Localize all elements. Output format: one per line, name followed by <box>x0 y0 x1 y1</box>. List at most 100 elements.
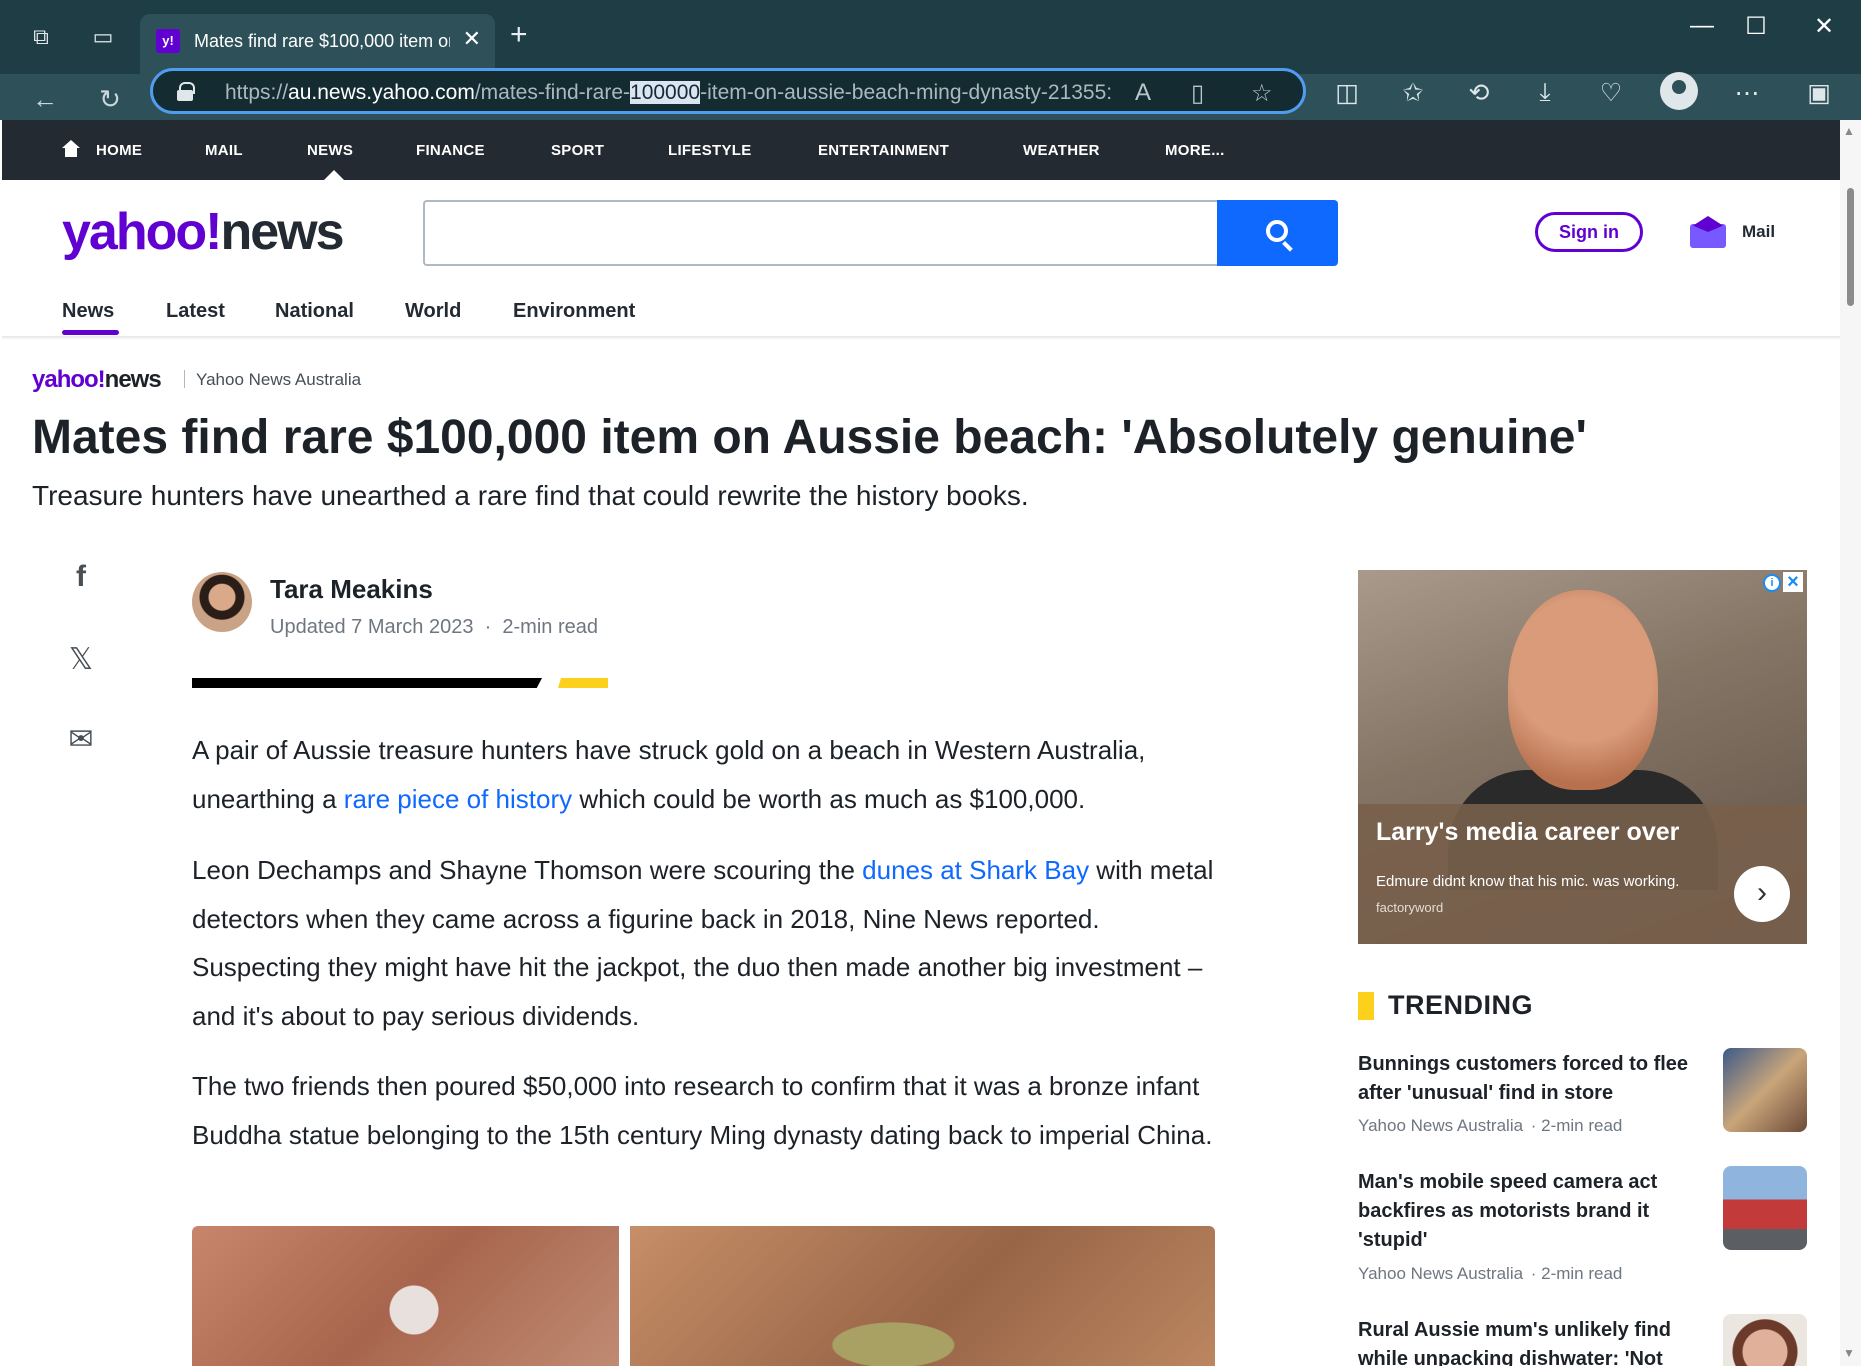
scrollbar-thumb[interactable] <box>1847 188 1854 306</box>
topnav-sport[interactable]: SPORT <box>551 142 604 159</box>
author-avatar[interactable] <box>192 572 252 632</box>
top-navigation: HOME MAIL NEWS FINANCE SPORT LIFESTYLE E… <box>2 120 1840 180</box>
url-selection: 100000 <box>630 81 701 104</box>
workspaces-icon[interactable]: ⧉ <box>26 22 56 52</box>
topnav-entertainment[interactable]: ENTERTAINMENT <box>818 142 949 159</box>
page-scrollbar[interactable]: ▲ ▼ <box>1840 120 1861 1366</box>
split-screen-icon[interactable]: ◫ <box>1330 78 1364 108</box>
buddha-statue-photo[interactable] <box>630 1226 1215 1366</box>
address-bar[interactable]: https://au.news.yahoo.com/mates-find-rar… <box>150 68 1306 114</box>
topnav-more[interactable]: MORE... <box>1165 142 1225 159</box>
brand-news: news <box>104 366 162 393</box>
history-icon[interactable]: ⟲ <box>1462 78 1496 108</box>
advertisement[interactable]: Larry's media career over Edmure didnt k… <box>1358 570 1807 944</box>
subnav-national[interactable]: National <box>275 300 354 323</box>
url-prefix: https:// <box>225 81 289 104</box>
subnav-environment[interactable]: Environment <box>513 300 635 323</box>
subnav-latest[interactable]: Latest <box>166 300 225 323</box>
beach-find-photo[interactable] <box>192 1226 619 1366</box>
mail-link[interactable]: Mail <box>1742 222 1775 242</box>
sign-in-button[interactable]: Sign in <box>1535 212 1643 252</box>
trending-item-source: Yahoo News Australia <box>1358 1116 1524 1135</box>
article-subheadline: Treasure hunters have unearthed a rare f… <box>32 480 1029 511</box>
lock-icon[interactable] <box>177 82 195 101</box>
favorites-icon[interactable]: ✩ <box>1396 78 1430 108</box>
trending-item-thumbnail[interactable] <box>1723 1166 1807 1250</box>
read-aloud-icon[interactable]: A <box>1135 79 1151 107</box>
yahoo-favicon-icon: y! <box>156 29 180 53</box>
ad-title[interactable]: Larry's media career over <box>1376 818 1679 847</box>
scroll-up-icon[interactable]: ▲ <box>1843 124 1855 138</box>
trending-item-thumbnail[interactable] <box>1723 1314 1807 1366</box>
author-name[interactable]: Tara Meakins <box>270 574 433 605</box>
ad-image <box>1508 590 1658 790</box>
scroll-down-icon[interactable]: ▼ <box>1843 1346 1855 1360</box>
article-source: Yahoo News Australia <box>196 370 362 389</box>
trending-item-read: 2-min read <box>1541 1116 1623 1135</box>
downloads-icon[interactable]: ⤓ <box>1528 78 1562 107</box>
performance-icon[interactable]: ♡ <box>1594 78 1628 108</box>
refresh-icon[interactable]: ↻ <box>93 82 127 116</box>
trending-item-meta: Yahoo News Australia · 2-min read <box>1358 1264 1623 1283</box>
browser-tab[interactable]: y! Mates find rare $100,000 item on Auss… <box>140 14 495 74</box>
search-input[interactable] <box>423 200 1219 266</box>
trending-item-source: Yahoo News Australia <box>1358 1264 1524 1283</box>
subnav-world[interactable]: World <box>405 300 461 323</box>
ad-close-icon[interactable]: × <box>1783 572 1803 592</box>
brand-yahoo: yahoo! <box>32 366 106 393</box>
article-paragraph: The two friends then poured $50,000 into… <box>192 1071 1213 1150</box>
more-icon[interactable]: ⋯ <box>1730 78 1764 108</box>
topnav-news[interactable]: NEWS <box>307 142 353 159</box>
profile-icon[interactable] <box>1660 72 1698 110</box>
trending-item-title[interactable]: Man's mobile speed camera act backfires … <box>1358 1168 1694 1255</box>
mail-icon[interactable] <box>1690 216 1726 248</box>
back-icon[interactable]: ← <box>28 82 62 116</box>
topnav-home[interactable]: HOME <box>96 142 142 159</box>
trending-accent <box>1358 992 1374 1020</box>
article-paragraph: A pair of Aussie treasure hunters have s… <box>192 726 1232 823</box>
email-icon[interactable]: ✉ <box>66 722 96 757</box>
trending-heading: TRENDING <box>1388 990 1533 1020</box>
dunes-at-shark-bay-link[interactable]: dunes at Shark Bay <box>862 855 1089 885</box>
subnav-news[interactable]: News <box>62 300 114 323</box>
url-domain: au.news.yahoo.com <box>288 81 475 104</box>
article-headline: Mates find rare $100,000 item on Aussie … <box>32 411 1587 464</box>
minimize-icon[interactable]: — <box>1682 12 1722 40</box>
topnav-finance[interactable]: FINANCE <box>416 142 485 159</box>
sidebar-icon[interactable]: ▣ <box>1802 78 1836 108</box>
x-icon[interactable]: 𝕏 <box>66 642 96 677</box>
paragraph-text: Leon Dechamps and Shayne Thomson were sc… <box>192 855 863 885</box>
byline-divider <box>192 678 542 688</box>
browser-titlebar: ⧉ ▭ y! Mates find rare $100,000 item on … <box>0 0 1861 74</box>
trending-item-title[interactable]: Rural Aussie mum's unlikely find while u… <box>1358 1316 1694 1366</box>
url-text[interactable]: https://au.news.yahoo.com/mates-find-rar… <box>225 81 1125 105</box>
brand-divider <box>184 370 185 388</box>
home-icon[interactable] <box>62 140 80 158</box>
facebook-icon[interactable]: f <box>66 560 96 594</box>
meta-separator: · <box>484 616 492 638</box>
trending-item-title[interactable]: Bunnings customers forced to flee after … <box>1358 1050 1694 1108</box>
byline-accent <box>558 678 608 688</box>
new-tab-button[interactable]: + <box>510 20 528 50</box>
article-brand-logo[interactable]: yahoo!news <box>32 366 162 394</box>
search-button[interactable] <box>1217 200 1338 266</box>
trending-item-thumbnail[interactable] <box>1723 1048 1807 1132</box>
trending-item-meta: Yahoo News Australia · 2-min read <box>1358 1116 1623 1135</box>
yahoo-news-logo[interactable]: yahoo!news <box>62 202 345 262</box>
ad-info-icon[interactable]: i <box>1763 574 1781 592</box>
url-path-before: /mates-find-rare- <box>474 81 631 104</box>
window-close-icon[interactable]: ✕ <box>1804 12 1844 41</box>
rare-piece-of-history-link[interactable]: rare piece of history <box>344 784 572 814</box>
ad-source: factoryword <box>1376 900 1444 915</box>
tab-actions-icon[interactable]: ▭ <box>88 22 118 52</box>
favorite-icon[interactable]: ☆ <box>1251 79 1273 108</box>
read-time: 2-min read <box>502 616 598 638</box>
maximize-icon[interactable]: ☐ <box>1736 12 1776 41</box>
topnav-weather[interactable]: WEATHER <box>1023 142 1100 159</box>
tab-close-icon[interactable]: ✕ <box>463 26 481 52</box>
topnav-mail[interactable]: MAIL <box>205 142 243 159</box>
topnav-lifestyle[interactable]: LIFESTYLE <box>668 142 752 159</box>
ad-next-arrow-icon[interactable]: › <box>1734 866 1790 922</box>
paragraph-text: which could be worth as much as $100,000… <box>572 783 1086 814</box>
immersive-reader-icon[interactable]: ▯ <box>1191 79 1204 108</box>
